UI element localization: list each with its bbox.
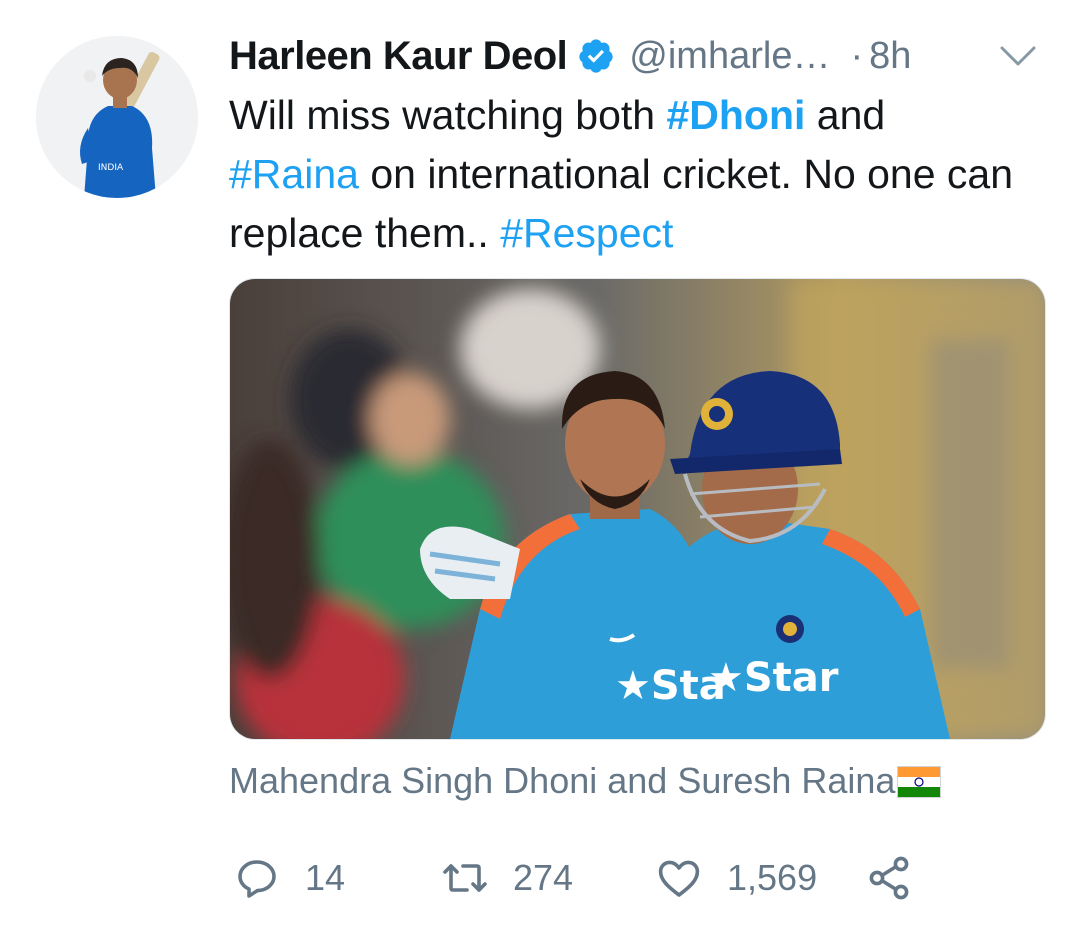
tweet-photo[interactable]: ★Sta ★Star — [229, 278, 1046, 740]
like-icon — [655, 854, 703, 902]
tweet-text: Will miss watching both #Dhoni and #Raina… — [229, 86, 1049, 263]
verified-badge-icon — [577, 37, 615, 75]
tweet-text-part: Will miss watching both — [229, 92, 667, 138]
share-icon — [865, 854, 913, 902]
caption-text: Mahendra Singh Dhoni and Suresh Raina — [229, 760, 896, 801]
jersey-text-right: ★Star — [708, 655, 839, 701]
tweet-text-part: and — [805, 92, 886, 138]
separator-dot: · — [850, 34, 864, 77]
author-name[interactable]: Harleen Kaur Deol — [229, 34, 568, 79]
tweet-actions: 14 274 1,569 — [229, 848, 949, 908]
reply-icon — [233, 854, 281, 902]
photo-caption: Mahendra Singh Dhoni and Suresh Raina — [229, 760, 942, 802]
retweet-button[interactable]: 274 — [441, 848, 573, 908]
avatar[interactable]: INDIA — [36, 36, 198, 198]
reply-button[interactable]: 14 — [233, 848, 345, 908]
retweet-count: 274 — [513, 857, 574, 898]
chevron-down-icon[interactable] — [998, 42, 1038, 70]
india-flag-icon — [897, 765, 942, 798]
like-button[interactable]: 1,569 — [655, 848, 817, 908]
tweet-timestamp[interactable]: 8h — [869, 35, 911, 78]
author-handle[interactable]: @imharle… — [629, 35, 830, 78]
hashtag-dhoni[interactable]: #Dhoni — [666, 92, 805, 138]
hashtag-raina[interactable]: #Raina — [229, 151, 359, 197]
retweet-icon — [441, 854, 489, 902]
reply-count: 14 — [305, 857, 346, 898]
svg-text:INDIA: INDIA — [98, 163, 124, 173]
tweet-header: Harleen Kaur Deol @imharle… · 8h — [229, 28, 1050, 84]
tweet[interactable]: INDIA Harleen Kaur Deol @imharle… · 8h W… — [0, 0, 1080, 932]
share-button[interactable] — [865, 848, 913, 908]
like-count: 1,569 — [727, 857, 818, 898]
hashtag-respect[interactable]: #Respect — [500, 210, 673, 256]
